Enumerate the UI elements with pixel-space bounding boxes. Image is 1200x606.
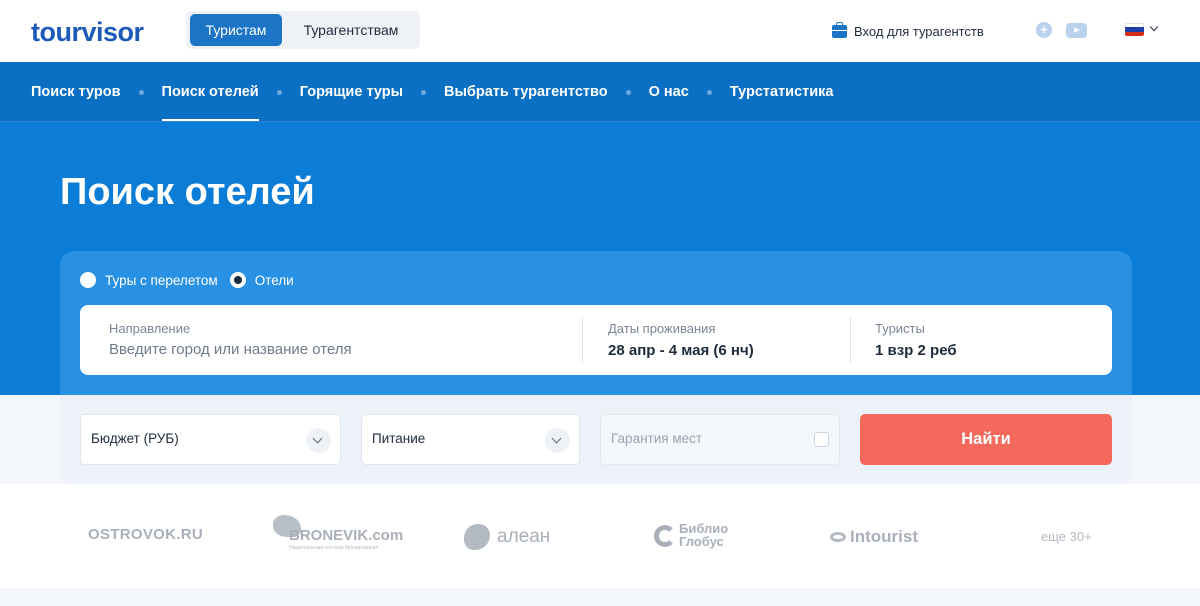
chevron-down-icon <box>545 428 570 453</box>
nav-separator <box>276 89 282 95</box>
nav-item-hotel-search[interactable]: Поиск отелей <box>161 62 259 122</box>
find-button[interactable]: Найти <box>860 414 1112 465</box>
vk-icon[interactable]: + <box>1036 22 1052 38</box>
audience-switcher: Туристам Турагентствам <box>186 11 420 49</box>
partner-alean-name: алеан <box>497 526 551 547</box>
nav-item-choose-agency[interactable]: Выбрать турагентство <box>444 62 608 122</box>
partner-intourist-logo: Intourist <box>830 527 918 547</box>
russia-flag-icon[interactable] <box>1125 23 1144 36</box>
tourists-label: Туристы <box>875 321 925 336</box>
mode-tours-with-flight[interactable]: Туры с перелетом <box>80 272 218 288</box>
partner-intourist-name: Intourist <box>850 527 918 546</box>
partner-bronevik-logo: BRONEVIK.com Национальная система бронир… <box>273 513 403 553</box>
nav-item-hot-tours[interactable]: Горящие туры <box>300 62 403 122</box>
chevron-down-icon <box>306 428 331 453</box>
agency-login-label: Вход для турагентств <box>854 23 984 39</box>
partner-biblio-line2: Глобус <box>679 534 724 549</box>
top-header: tourvisor Туристам Турагентствам Вход дл… <box>0 0 1200 62</box>
direction-input[interactable] <box>109 341 549 358</box>
field-divider <box>850 317 851 363</box>
food-label: Питание <box>372 431 426 446</box>
nav-separator <box>138 89 144 95</box>
search-mode-group: Туры с перелетом Отели <box>80 271 306 289</box>
direction-label: Направление <box>109 321 191 336</box>
field-divider <box>582 317 583 363</box>
guarantee-label: Гарантия мест <box>611 431 703 446</box>
tourists-tab[interactable]: Туристам <box>190 14 282 46</box>
direction-field[interactable]: Направление <box>109 305 579 375</box>
partner-bronevik-name: BRONEVIK.com <box>289 527 404 544</box>
nav-separator <box>625 89 631 95</box>
nav-item-statistics[interactable]: Турстатистика <box>730 62 834 122</box>
partner-bronevik-tagline: Национальная система бронирования <box>289 545 379 551</box>
tourists-field[interactable]: Туристы 1 взр 2 реб <box>875 305 1095 375</box>
tourvisor-logo[interactable]: tourvisor <box>31 16 144 48</box>
budget-select[interactable]: Бюджет (РУБ) <box>80 414 341 465</box>
guarantee-toggle[interactable]: Гарантия мест <box>600 414 840 465</box>
agency-login-link[interactable]: Вход для турагентств <box>832 21 984 40</box>
mode-hotels[interactable]: Отели <box>229 272 294 288</box>
partner-ostrovok-logo: OSTROVOK.RU <box>88 526 203 543</box>
agencies-tab[interactable]: Турагентствам <box>286 14 416 46</box>
guarantee-checkbox[interactable] <box>814 432 829 447</box>
radio-unchecked-icon <box>80 272 96 288</box>
intourist-mark-icon <box>830 532 846 542</box>
mode-tours-with-flight-label: Туры с перелетом <box>105 272 218 288</box>
main-navigation: Поиск туров Поиск отелей Горящие туры Вы… <box>0 62 1200 122</box>
more-partners-link[interactable]: еще 30+ <box>1041 529 1092 544</box>
dates-value: 28 апр - 4 мая (6 нч) <box>608 342 754 359</box>
globe-icon <box>654 525 676 547</box>
briefcase-icon <box>832 21 847 38</box>
nav-item-about[interactable]: О нас <box>649 62 689 122</box>
page-title: Поиск отелей <box>60 171 315 213</box>
search-fields: Направление Даты проживания 28 апр - 4 м… <box>80 305 1112 375</box>
tourists-value: 1 взр 2 реб <box>875 342 957 359</box>
dates-field[interactable]: Даты проживания 28 апр - 4 мая (6 нч) <box>608 305 848 375</box>
nav-separator <box>421 89 427 95</box>
chevron-down-icon[interactable] <box>1149 22 1159 32</box>
food-select[interactable]: Питание <box>361 414 580 465</box>
nav-separator <box>706 89 712 95</box>
mode-hotels-label: Отели <box>254 272 294 288</box>
nav-item-tour-search[interactable]: Поиск туров <box>31 62 121 122</box>
radio-checked-icon <box>229 272 246 288</box>
budget-label: Бюджет (РУБ) <box>91 431 179 446</box>
dates-label: Даты проживания <box>608 321 716 336</box>
youtube-icon[interactable] <box>1066 23 1087 38</box>
